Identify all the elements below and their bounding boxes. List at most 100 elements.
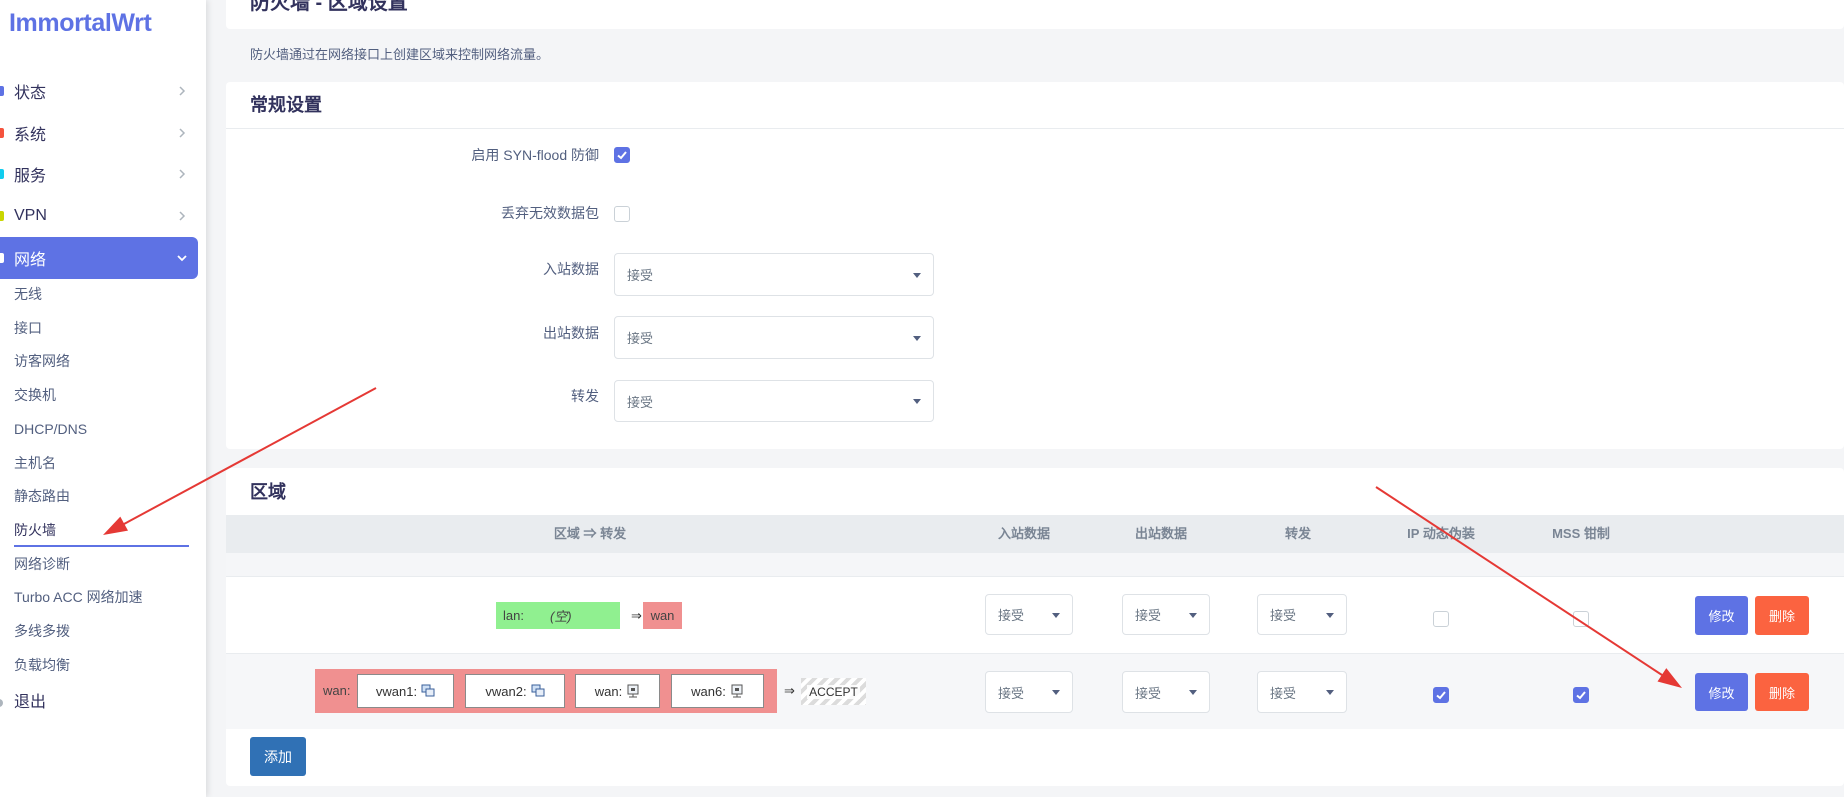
menu-item-services[interactable]: 服务	[0, 153, 198, 195]
menu-item-network[interactable]: 网络	[0, 237, 198, 279]
edit-zone-button[interactable]: 修改	[1695, 673, 1748, 711]
section-divider	[226, 128, 1844, 129]
section-title-zones: 区域	[250, 482, 286, 502]
page-description: 防火墙通过在网络接口上创建区域来控制网络流量。	[250, 47, 550, 62]
forward-target-badge: wan	[643, 602, 682, 629]
zone-output-select[interactable]: 接受	[1122, 594, 1210, 635]
ethernet-port-icon	[731, 684, 743, 698]
input-policy-select[interactable]: 接受	[614, 253, 934, 296]
output-policy-label: 出站数据	[543, 325, 599, 341]
menu-item-label: 服务	[14, 168, 47, 185]
sidebar: ImmortalWrt 状态 系统 服务 VPN 网络 无线 接口 访客网络 交…	[0, 0, 206, 797]
column-header-zone-forward: 区域 ⇒ 转发	[553, 526, 627, 541]
menu-item-vpn[interactable]: VPN	[0, 195, 198, 237]
zone-output-select[interactable]: 接受	[1122, 671, 1210, 713]
zone-name: lan:	[503, 608, 524, 623]
table-spacer-row	[226, 553, 1844, 577]
vlan-device-icon	[421, 684, 435, 697]
sidebar-item-diagnostics[interactable]: 网络诊断	[14, 552, 70, 576]
delete-zone-button[interactable]: 删除	[1755, 596, 1809, 635]
select-value: 接受	[627, 331, 654, 346]
logout-link[interactable]: 退出	[0, 691, 47, 715]
zone-input-select[interactable]: 接受	[985, 594, 1073, 635]
caret-down-icon	[913, 272, 921, 278]
output-policy-select[interactable]: 接受	[614, 316, 934, 359]
column-header-input: 入站数据	[997, 526, 1050, 541]
mss-clamping-checkbox[interactable]	[1573, 687, 1589, 703]
column-header-forward: 转发	[1284, 526, 1311, 541]
status-icon	[0, 86, 4, 96]
check-icon	[1436, 691, 1446, 700]
syn-flood-checkbox[interactable]	[614, 147, 630, 163]
select-value: 接受	[1135, 608, 1162, 623]
caret-down-icon	[1189, 612, 1197, 618]
caret-down-icon	[913, 399, 921, 404]
forward-policy-label: 转发	[571, 388, 599, 404]
zone-forward-select[interactable]: 接受	[1257, 594, 1347, 635]
chevron-right-icon	[179, 128, 186, 138]
sidebar-item-guest-network[interactable]: 访客网络	[14, 349, 70, 373]
sidebar-item-dhcp-dns[interactable]: DHCP/DNS	[14, 417, 87, 441]
chevron-right-icon	[179, 211, 186, 221]
services-icon	[0, 169, 4, 179]
network-badge-wan: wan:	[575, 674, 660, 708]
sidebar-item-multi-dial[interactable]: 多线多拨	[14, 619, 70, 643]
network-badge-wan6: wan6:	[671, 674, 764, 708]
sidebar-item-turbo-acc[interactable]: Turbo ACC 网络加速	[14, 585, 143, 609]
check-icon	[1576, 691, 1586, 700]
chevron-right-icon	[179, 169, 186, 179]
network-badge-vwan1: vwan1:	[357, 674, 454, 708]
delete-zone-button[interactable]: 删除	[1755, 673, 1809, 711]
zone-row-lan: lan: (空) ⇒ wan 接受 接受 接受 修改 删除	[226, 577, 1844, 654]
section-title-general: 常规设置	[250, 95, 322, 115]
sidebar-item-wireless[interactable]: 无线	[14, 282, 42, 306]
sidebar-item-hostnames[interactable]: 主机名	[14, 451, 56, 475]
drop-invalid-label: 丢弃无效数据包	[501, 205, 599, 221]
menu-item-label: VPN	[14, 207, 47, 224]
zone-badge-lan: lan: (空)	[496, 602, 620, 629]
sidebar-item-firewall[interactable]: 防火墙	[14, 518, 56, 542]
select-value: 接受	[1135, 685, 1162, 701]
active-item-underline	[14, 545, 189, 547]
caret-down-icon	[913, 335, 921, 341]
mss-clamping-checkbox[interactable]	[1573, 611, 1589, 627]
zone-forward-select[interactable]: 接受	[1257, 671, 1347, 713]
zone-row-wan: wan: vwan1: vwan2: wan: wan6: ⇒ ACCEPT 接…	[226, 654, 1844, 729]
chevron-right-icon	[179, 86, 186, 96]
forward-arrow: ⇒	[784, 683, 795, 698]
sidebar-item-static-routes[interactable]: 静态路由	[14, 484, 70, 508]
forward-policy-select[interactable]: 接受	[614, 380, 934, 422]
column-header-output: 出站数据	[1134, 526, 1187, 541]
forward-target-badge: ACCEPT	[801, 678, 866, 705]
sidebar-item-switch[interactable]: 交换机	[14, 383, 56, 407]
network-name: vwan2:	[485, 683, 527, 699]
caret-down-icon	[1052, 690, 1060, 695]
forward-target: ACCEPT	[807, 684, 860, 699]
drop-invalid-checkbox[interactable]	[614, 206, 630, 222]
general-settings-panel	[226, 82, 1844, 449]
masquerading-checkbox[interactable]	[1433, 687, 1449, 703]
select-value: 接受	[998, 608, 1025, 623]
menu-item-status[interactable]: 状态	[0, 70, 198, 112]
add-zone-button[interactable]: 添加	[250, 737, 306, 776]
select-value: 接受	[998, 685, 1025, 701]
menu-item-label: 状态	[14, 85, 47, 102]
edit-zone-button[interactable]: 修改	[1695, 596, 1748, 635]
sidebar-item-load-balance[interactable]: 负载均衡	[14, 653, 70, 677]
sidebar-item-interfaces[interactable]: 接口	[14, 316, 42, 340]
logout-label: 退出	[14, 694, 47, 711]
check-icon	[617, 151, 627, 160]
brand-logo[interactable]: ImmortalWrt	[9, 8, 152, 38]
system-icon	[0, 128, 4, 138]
column-header-mss-clamping: MSS 钳制	[1552, 526, 1610, 541]
zone-input-select[interactable]: 接受	[985, 671, 1073, 713]
menu-item-system[interactable]: 系统	[0, 112, 198, 154]
column-header-masquerading: IP 动态伪装	[1407, 526, 1475, 541]
masquerading-checkbox[interactable]	[1433, 611, 1449, 627]
network-name: wan:	[594, 683, 623, 699]
syn-flood-label: 启用 SYN-flood 防御	[471, 147, 599, 163]
caret-down-icon	[1189, 690, 1197, 695]
select-value: 接受	[627, 268, 654, 283]
caret-down-icon	[1052, 612, 1060, 618]
caret-down-icon	[1326, 690, 1334, 695]
